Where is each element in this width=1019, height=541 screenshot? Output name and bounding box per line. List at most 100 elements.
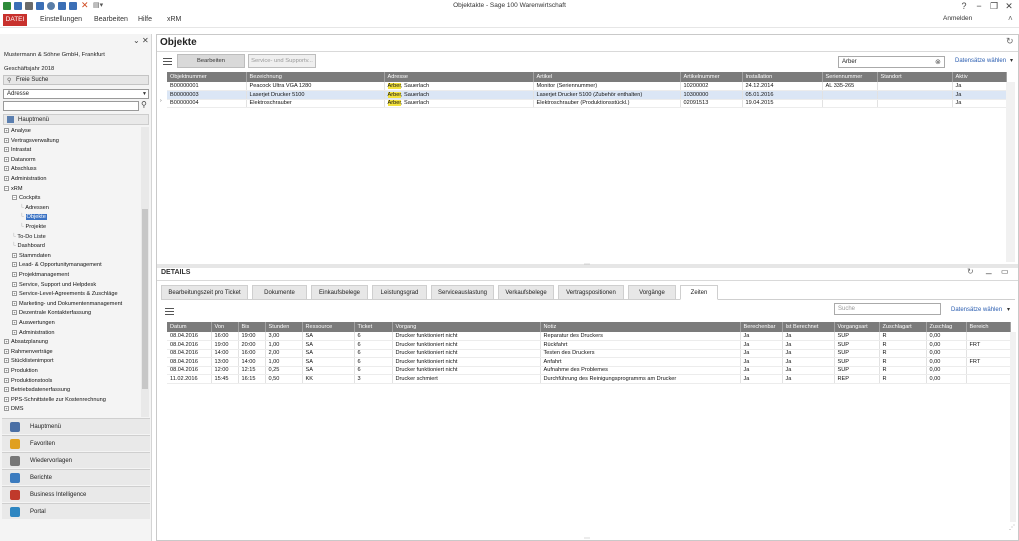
free-search-header[interactable]: ⚲ Freie Suche [3, 75, 149, 85]
table-row[interactable]: B00000004 Elektroschrauber Arber, Sauerlac… [167, 99, 1007, 108]
objects-scrollbar[interactable] [1006, 82, 1015, 262]
chevron-down-icon[interactable]: ▾ [1010, 57, 1013, 64]
expand-icon[interactable]: + [4, 339, 9, 345]
column-header[interactable]: Ressource [302, 322, 355, 332]
column-header[interactable]: Vorgang [392, 322, 541, 332]
tree-item[interactable]: + Auswertungen [12, 320, 55, 327]
expand-icon[interactable]: + [12, 281, 17, 287]
tree-item[interactable]: + Intrastat [4, 147, 31, 154]
column-header[interactable]: Artikelnummer [680, 72, 743, 82]
tree-item[interactable]: └ To-Do Liste [12, 234, 46, 241]
expand-icon[interactable]: + [4, 137, 9, 143]
column-header[interactable]: Aktiv [952, 72, 1007, 82]
scrollbar-thumb[interactable] [142, 209, 148, 389]
column-header[interactable]: Von [211, 322, 239, 332]
tab-einkaufsbelege[interactable]: Einkaufsbelege [311, 285, 368, 300]
table-row[interactable]: 08.04.2016 12:00 12:15 0,25 SA 6 Drucker funkt… [167, 366, 1011, 375]
menu-hilfe[interactable]: Hilfe [138, 16, 152, 23]
tab-serviceauslastung[interactable]: Serviceauslastung [431, 285, 494, 300]
tree-scrollbar[interactable] [141, 127, 149, 417]
minimize-button[interactable]: − [973, 1, 985, 11]
table-row[interactable]: 08.04.2016 16:00 19:00 3,00 SA 6 Drucker funkt… [167, 332, 1011, 341]
expand-icon[interactable]: + [4, 348, 9, 354]
tree-item[interactable]: + DMS [4, 406, 23, 413]
nav-button-report[interactable]: Berichte [2, 469, 150, 485]
column-header[interactable]: Ist Berechnet [782, 322, 835, 332]
expand-icon[interactable]: + [12, 310, 17, 316]
column-header[interactable]: Seriennummer [822, 72, 878, 82]
tree-item[interactable]: + Projektmanagement [12, 272, 69, 279]
tree-item[interactable]: + Datanorm [4, 156, 36, 164]
nav-button-chart[interactable]: Business Intelligence [2, 486, 150, 502]
menu-bearbeiten[interactable]: Bearbeiten [94, 16, 128, 23]
table-row[interactable]: B00000003 Laserjet Drucker 5100 Arber, Sau… [167, 90, 1007, 100]
details-scrollbar[interactable] [1010, 332, 1016, 522]
tree-item[interactable]: └ Dashboard [12, 243, 45, 250]
expand-icon[interactable]: + [12, 262, 17, 268]
tab-verkaufsbelege[interactable]: Verkaufsbelege [498, 285, 554, 300]
tree-item[interactable]: − Cockpits [12, 195, 40, 202]
tree-item[interactable]: + Abschluss [4, 166, 37, 173]
nav-button-star[interactable]: Favoriten [2, 435, 150, 451]
expand-icon[interactable]: + [4, 166, 9, 172]
tree-item[interactable]: + Stücklistenimport [4, 358, 54, 365]
column-header[interactable]: Zuschlagart [879, 322, 927, 332]
tab-vorgänge[interactable]: Vorgänge [628, 285, 676, 300]
free-search-input[interactable] [3, 101, 139, 111]
expand-icon[interactable]: + [4, 128, 9, 133]
column-header[interactable]: Stunden [265, 322, 303, 332]
details-search-input[interactable]: Suche [834, 303, 941, 315]
service-support-button[interactable]: Service- und Supportv... [248, 54, 316, 68]
tree-item[interactable]: − xRM [4, 185, 23, 193]
resize-grip-icon[interactable]: ⋰ [1009, 524, 1015, 531]
ribbon-collapse-icon[interactable]: ˄ [1008, 14, 1013, 23]
table-row[interactable]: B00000001 Peacock Ultra VGA 1280 Arber, Sa… [167, 82, 1007, 91]
tree-item[interactable]: └ Adressen [20, 205, 49, 212]
menu-xrm[interactable]: xRM [167, 16, 181, 23]
tree-item[interactable]: + Lead- & Opportunitymanagement [12, 262, 102, 269]
tree-item[interactable]: + Betriebsdatenerfassung [4, 387, 70, 394]
column-header[interactable]: Bis [238, 322, 266, 332]
tree-item[interactable]: + Service-Level-Agreements & Zuschläge [12, 291, 118, 298]
tree-item[interactable]: └ Objekte [20, 214, 47, 221]
nav-button-paperclip[interactable]: Wiedervorlagen [2, 452, 150, 468]
expand-icon[interactable]: + [12, 320, 17, 325]
expand-icon[interactable]: + [4, 387, 9, 393]
splitter-grip-icon[interactable]: ⋯ [584, 261, 590, 268]
select-datasets-link[interactable]: Datensätze wählen [955, 58, 1006, 64]
tree-item[interactable]: + Rahmenverträge [4, 348, 53, 356]
tab-leistungsgrad[interactable]: Leistungsgrad [372, 285, 427, 300]
close-window-button[interactable]: ✕ [1003, 1, 1015, 11]
tree-item[interactable]: + Administration [12, 329, 54, 337]
table-row[interactable]: 08.04.2016 13:00 14:00 1,00 SA 6 Drucker funkt… [167, 357, 1011, 367]
expand-icon[interactable]: + [4, 156, 9, 162]
menu-icon[interactable] [163, 58, 172, 65]
objects-search-input[interactable]: Arber ⊗ [838, 56, 945, 68]
collapse-icon[interactable]: − [4, 185, 9, 191]
column-header[interactable]: Standort [877, 72, 953, 82]
splitter-grip-icon[interactable]: ⋯ [584, 535, 590, 541]
pin-icon[interactable]: ⌄ [133, 36, 140, 45]
tree-item[interactable]: + Produktionstools [4, 377, 52, 385]
expand-icon[interactable]: + [12, 329, 17, 335]
search-icon[interactable]: ⚲ [141, 100, 147, 109]
edit-button[interactable]: Bearbeiten [177, 54, 245, 68]
tree-item[interactable]: + Dezentrale Kontakterfassung [12, 310, 91, 317]
column-header[interactable]: Berechenbar [740, 322, 783, 332]
maximize-button[interactable]: ❐ [988, 1, 1000, 11]
collapse-icon[interactable]: − [12, 195, 17, 201]
nav-button-globe[interactable]: Portal [2, 503, 150, 519]
maximize-details-icon[interactable]: ▭ [1001, 267, 1009, 276]
login-link[interactable]: Anmelden [943, 15, 972, 22]
tree-item[interactable]: + PPS-Schnittstelle zur Kostenrechnung [4, 396, 106, 404]
column-header[interactable]: Ticket [354, 322, 393, 332]
tree-item[interactable]: + Service, Support und Helpdesk [12, 281, 96, 289]
help-button[interactable]: ? [958, 1, 970, 11]
menu-einstellungen[interactable]: Einstellungen [40, 16, 82, 23]
column-header[interactable]: Zuschlag [926, 322, 967, 332]
table-row[interactable]: 08.04.2016 19:00 20:00 1,00 SA 6 Drucker funkt… [167, 340, 1011, 350]
expand-icon[interactable]: + [12, 272, 17, 277]
expand-icon[interactable]: + [4, 396, 9, 402]
tab-zeiten[interactable]: Zeiten [680, 285, 718, 300]
expand-icon[interactable]: + [4, 406, 9, 412]
